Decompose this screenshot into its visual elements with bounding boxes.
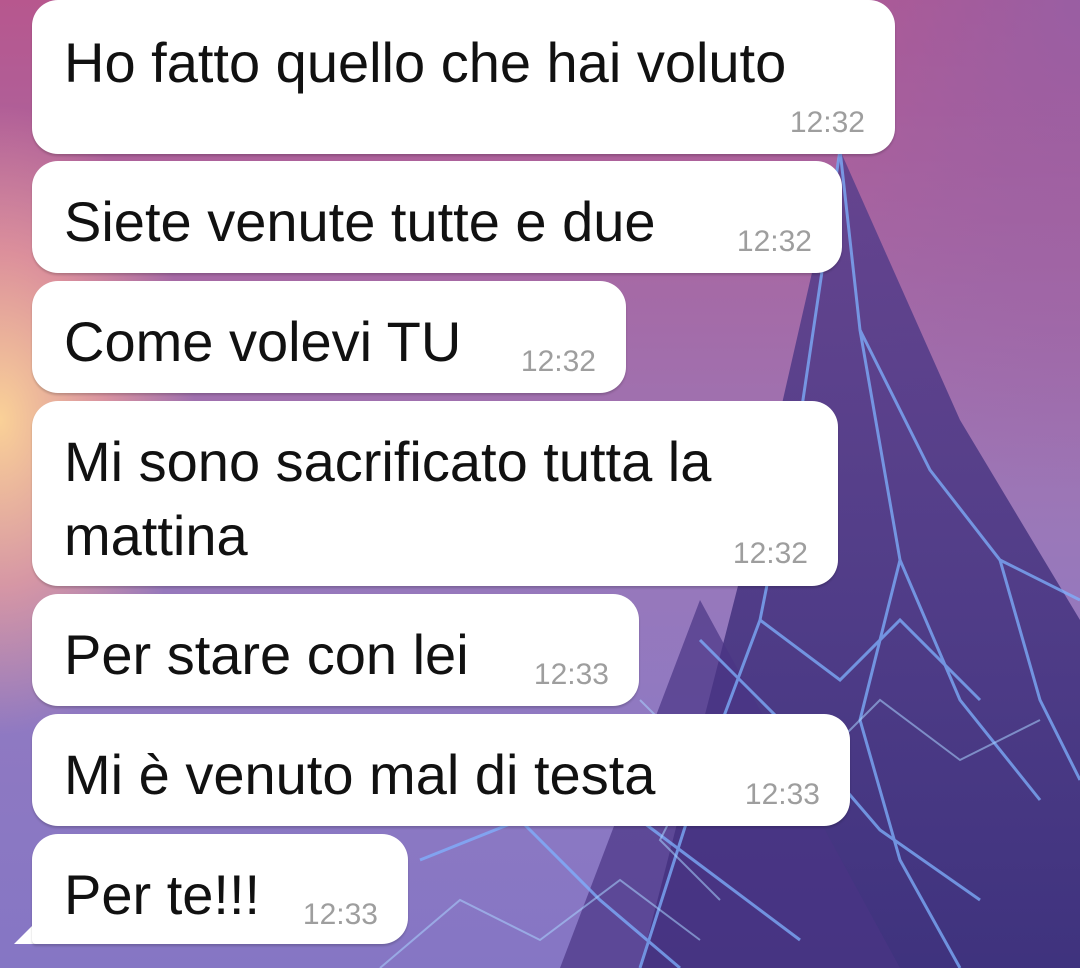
message-bubble-4[interactable]: Mi sono sacrificato tutta la mattina 12:…	[32, 401, 838, 586]
message-text: Ho fatto quello che hai voluto	[64, 31, 787, 94]
message-text-line-1: Mi sono sacrificato tutta la	[64, 430, 712, 493]
message-bubble-5[interactable]: Per stare con lei 12:33	[32, 594, 639, 706]
message-timestamp: 12:33	[533, 658, 609, 691]
message-bubble-7[interactable]: Per te!!! 12:33	[32, 834, 408, 944]
message-bubble-3[interactable]: Come volevi TU 12:32	[32, 281, 626, 393]
message-text: Mi è venuto mal di testa	[64, 743, 656, 806]
message-timestamp: 12:32	[789, 106, 865, 139]
message-text: Per te!!!	[64, 863, 261, 926]
message-text: Siete venute tutte e due	[64, 190, 656, 253]
message-timestamp: 12:32	[732, 537, 808, 570]
message-timestamp: 12:32	[520, 345, 596, 378]
message-bubble-2[interactable]: Siete venute tutte e due 12:32	[32, 161, 842, 273]
message-timestamp: 12:33	[302, 898, 378, 931]
message-bubble-6[interactable]: Mi è venuto mal di testa 12:33	[32, 714, 850, 826]
message-text-line-2: mattina	[64, 504, 248, 567]
message-bubble-1[interactable]: Ho fatto quello che hai voluto 12:32	[32, 0, 895, 154]
message-timestamp: 12:33	[744, 778, 820, 811]
message-timestamp: 12:32	[736, 225, 812, 258]
message-text: Per stare con lei	[64, 623, 469, 686]
message-text: Come volevi TU	[64, 310, 462, 373]
